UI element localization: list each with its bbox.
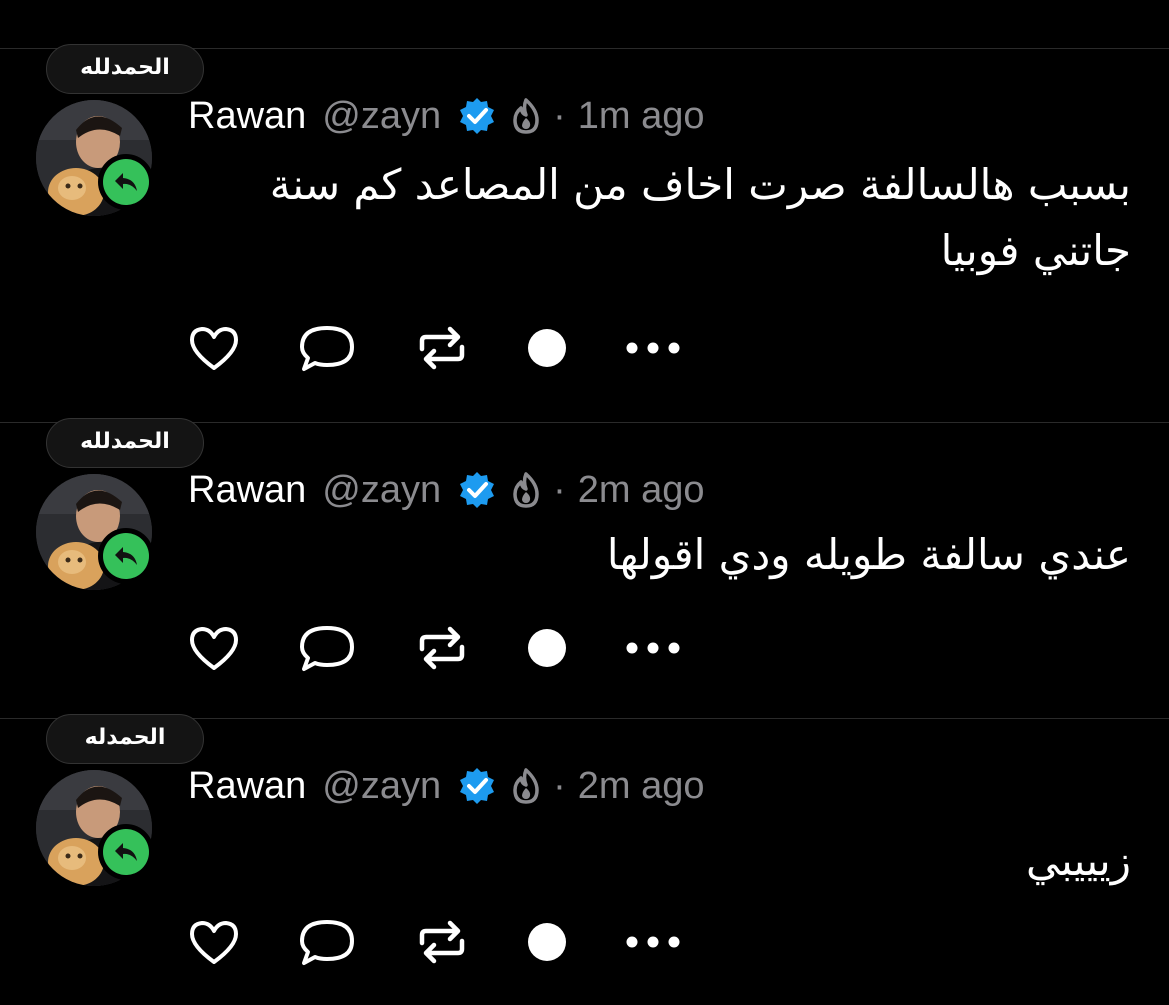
author-handle[interactable]: @zayn xyxy=(322,765,441,808)
reply-badge[interactable] xyxy=(98,154,154,210)
timestamp[interactable]: 2m ago xyxy=(578,765,705,808)
reply-arrow-icon xyxy=(115,173,137,191)
reply-arrow-icon xyxy=(115,547,137,565)
flame-icon xyxy=(511,98,541,134)
comment-bubble-icon[interactable] xyxy=(298,914,356,970)
more-dots-icon[interactable] xyxy=(624,914,684,970)
comment-bubble-icon[interactable] xyxy=(298,320,356,376)
separator: · xyxy=(553,468,566,511)
action-bar xyxy=(188,914,708,970)
post-text: زيييبي xyxy=(1026,836,1131,885)
timestamp[interactable]: 1m ago xyxy=(578,95,705,138)
post-header: Rawan @zayn · 1m ago xyxy=(188,94,705,138)
repost-icon[interactable] xyxy=(414,914,470,970)
comment-bubble-icon[interactable] xyxy=(298,620,356,676)
post-header: Rawan @zayn · 2m ago xyxy=(188,468,705,512)
dot-icon[interactable] xyxy=(526,914,568,970)
post-text: عندي سالفة طويله ودي اقولها xyxy=(606,530,1131,579)
reply-badge[interactable] xyxy=(98,528,154,584)
post-text: بسبب هالسالفة صرت اخاف من المصاعد كم سنة… xyxy=(269,160,1131,275)
flame-icon xyxy=(511,472,541,508)
heart-icon[interactable] xyxy=(188,620,240,676)
more-dots-icon[interactable] xyxy=(624,620,684,676)
action-bar xyxy=(188,620,708,676)
verified-check-icon xyxy=(457,96,497,136)
author-name[interactable]: Rawan xyxy=(188,95,306,138)
status-badge[interactable]: الحمدله xyxy=(46,714,204,764)
post: الحمدلله Rawan @zayn xyxy=(0,44,1169,422)
separator: · xyxy=(553,94,566,137)
action-bar xyxy=(188,320,708,376)
timestamp[interactable]: 2m ago xyxy=(578,469,705,512)
status-badge[interactable]: الحمدلله xyxy=(46,418,204,468)
author-name[interactable]: Rawan xyxy=(188,765,306,808)
status-badge[interactable]: الحمدلله xyxy=(46,44,204,94)
post: الحمدلله Rawan @zayn xyxy=(0,418,1169,718)
author-name[interactable]: Rawan xyxy=(188,469,306,512)
author-handle[interactable]: @zayn xyxy=(322,469,441,512)
flame-icon xyxy=(511,768,541,804)
post-header: Rawan @zayn · 2m ago xyxy=(188,764,705,808)
dot-icon[interactable] xyxy=(526,320,568,376)
heart-icon[interactable] xyxy=(188,320,240,376)
reply-arrow-icon xyxy=(115,843,137,861)
heart-icon[interactable] xyxy=(188,914,240,970)
more-dots-icon[interactable] xyxy=(624,320,684,376)
reply-badge[interactable] xyxy=(98,824,154,880)
author-handle[interactable]: @zayn xyxy=(322,95,441,138)
separator: · xyxy=(553,764,566,807)
repost-icon[interactable] xyxy=(414,620,470,676)
repost-icon[interactable] xyxy=(414,320,470,376)
verified-check-icon xyxy=(457,470,497,510)
post: الحمدله Rawan @zayn · 2m ago زيييبي xyxy=(0,714,1169,1005)
verified-check-icon xyxy=(457,766,497,806)
dot-icon[interactable] xyxy=(526,620,568,676)
